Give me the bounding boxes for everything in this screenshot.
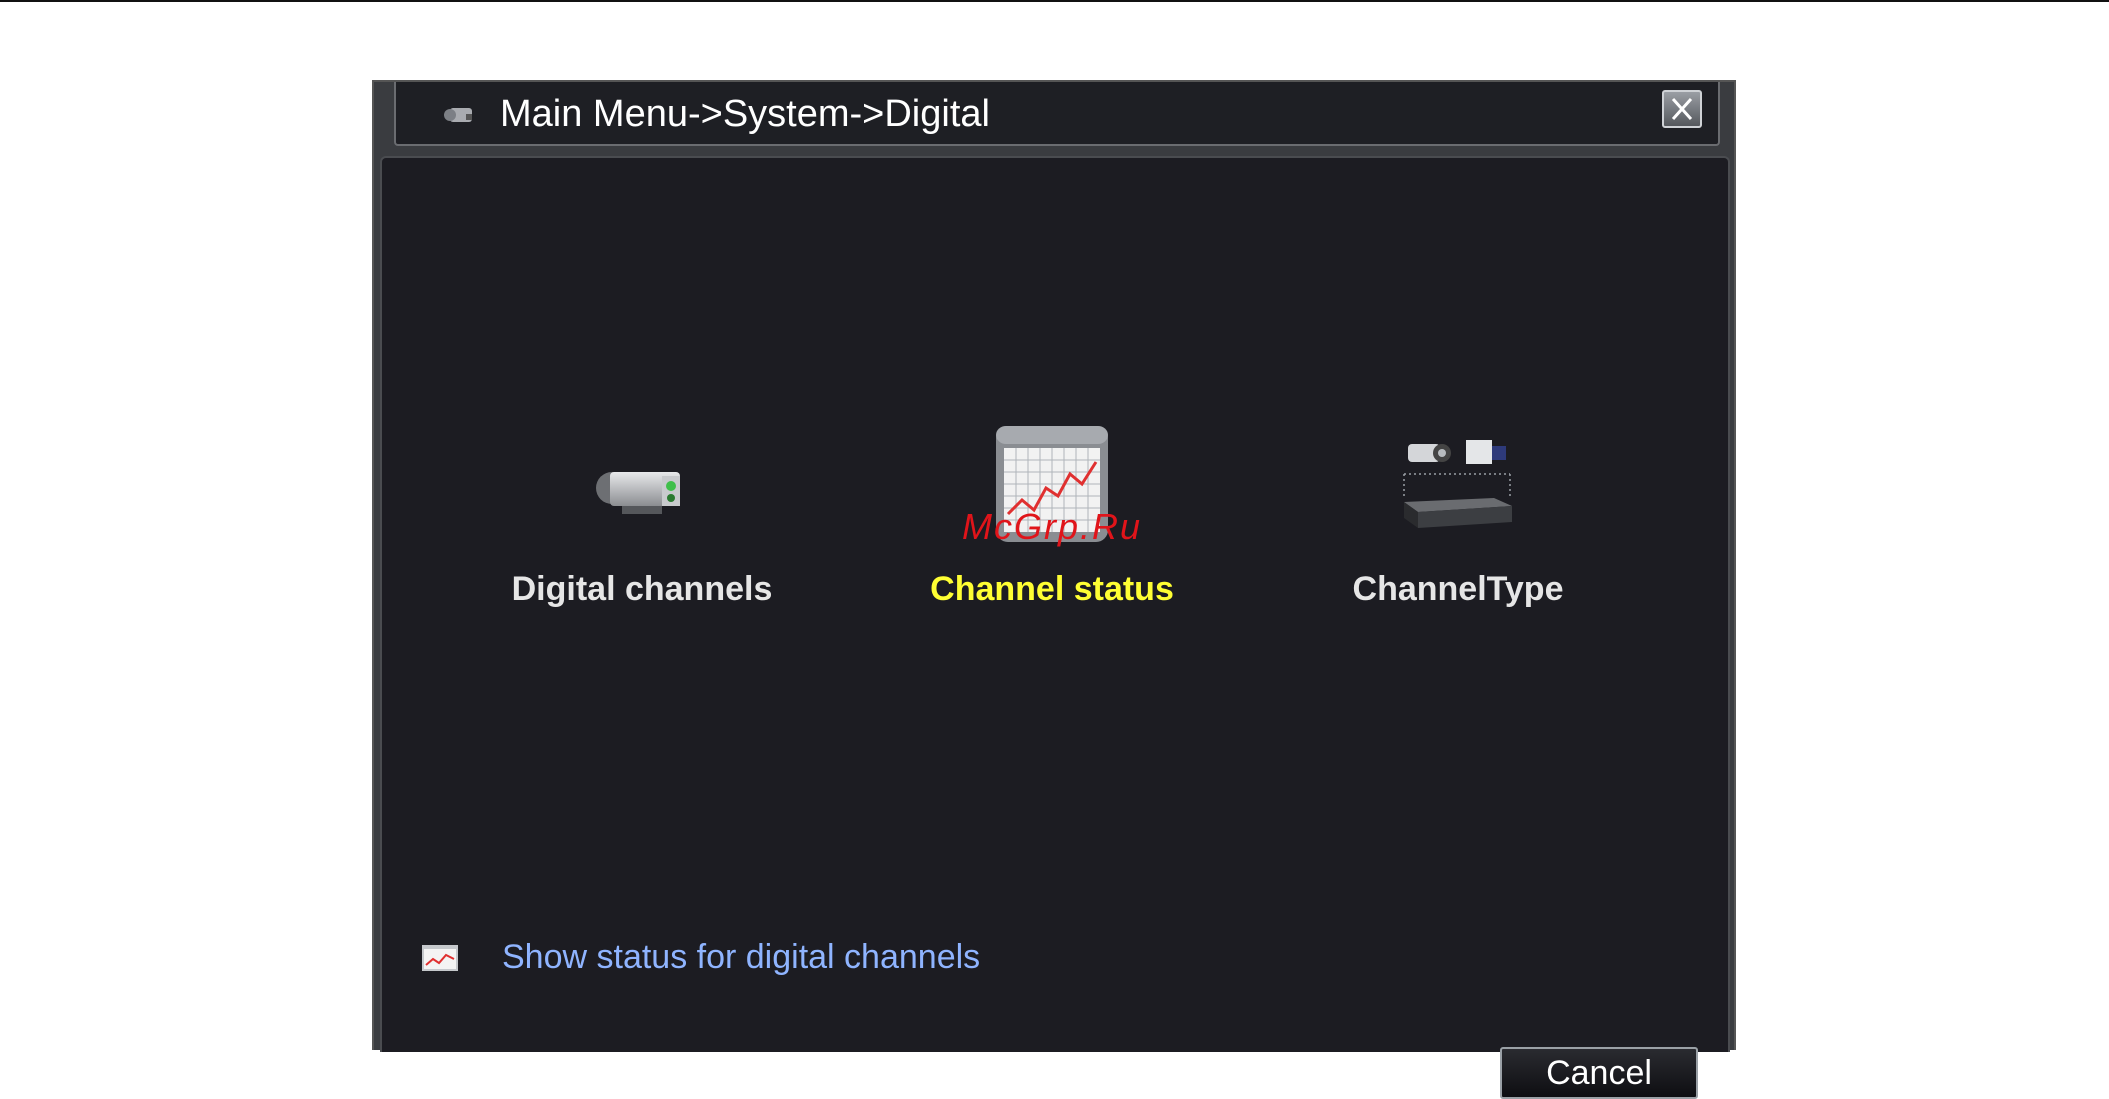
content-panel: Digital channels Channel status ChannelT…	[380, 156, 1730, 1099]
digital-dialog: Main Menu->System->Digital Digital chann…	[372, 80, 1736, 1099]
top-rule	[0, 0, 2109, 2]
cancel-button[interactable]: Cancel	[1500, 1047, 1698, 1099]
menu-item-digital-channels[interactable]: Digital channels	[472, 428, 812, 628]
icon-wrap	[472, 428, 812, 548]
icon-wrap	[1288, 428, 1628, 548]
window-title: Main Menu->System->Digital	[500, 93, 990, 135]
menu-item-channel-type[interactable]: ChannelType	[1288, 428, 1628, 628]
chart-icon	[422, 945, 458, 971]
title-bar: Main Menu->System->Digital	[394, 82, 1720, 146]
status-description: Show status for digital channels	[502, 938, 981, 976]
camera-icon	[444, 108, 472, 122]
camera-icon	[596, 472, 680, 514]
watermark: McGrp.Ru	[962, 506, 1143, 547]
menu-label: ChannelType	[1352, 570, 1564, 608]
close-icon	[1671, 97, 1693, 121]
menu-label: Digital channels	[511, 570, 773, 608]
close-button[interactable]	[1662, 90, 1702, 128]
menu-label: Channel status	[930, 570, 1174, 608]
camera-dvr-icon	[1403, 440, 1512, 528]
